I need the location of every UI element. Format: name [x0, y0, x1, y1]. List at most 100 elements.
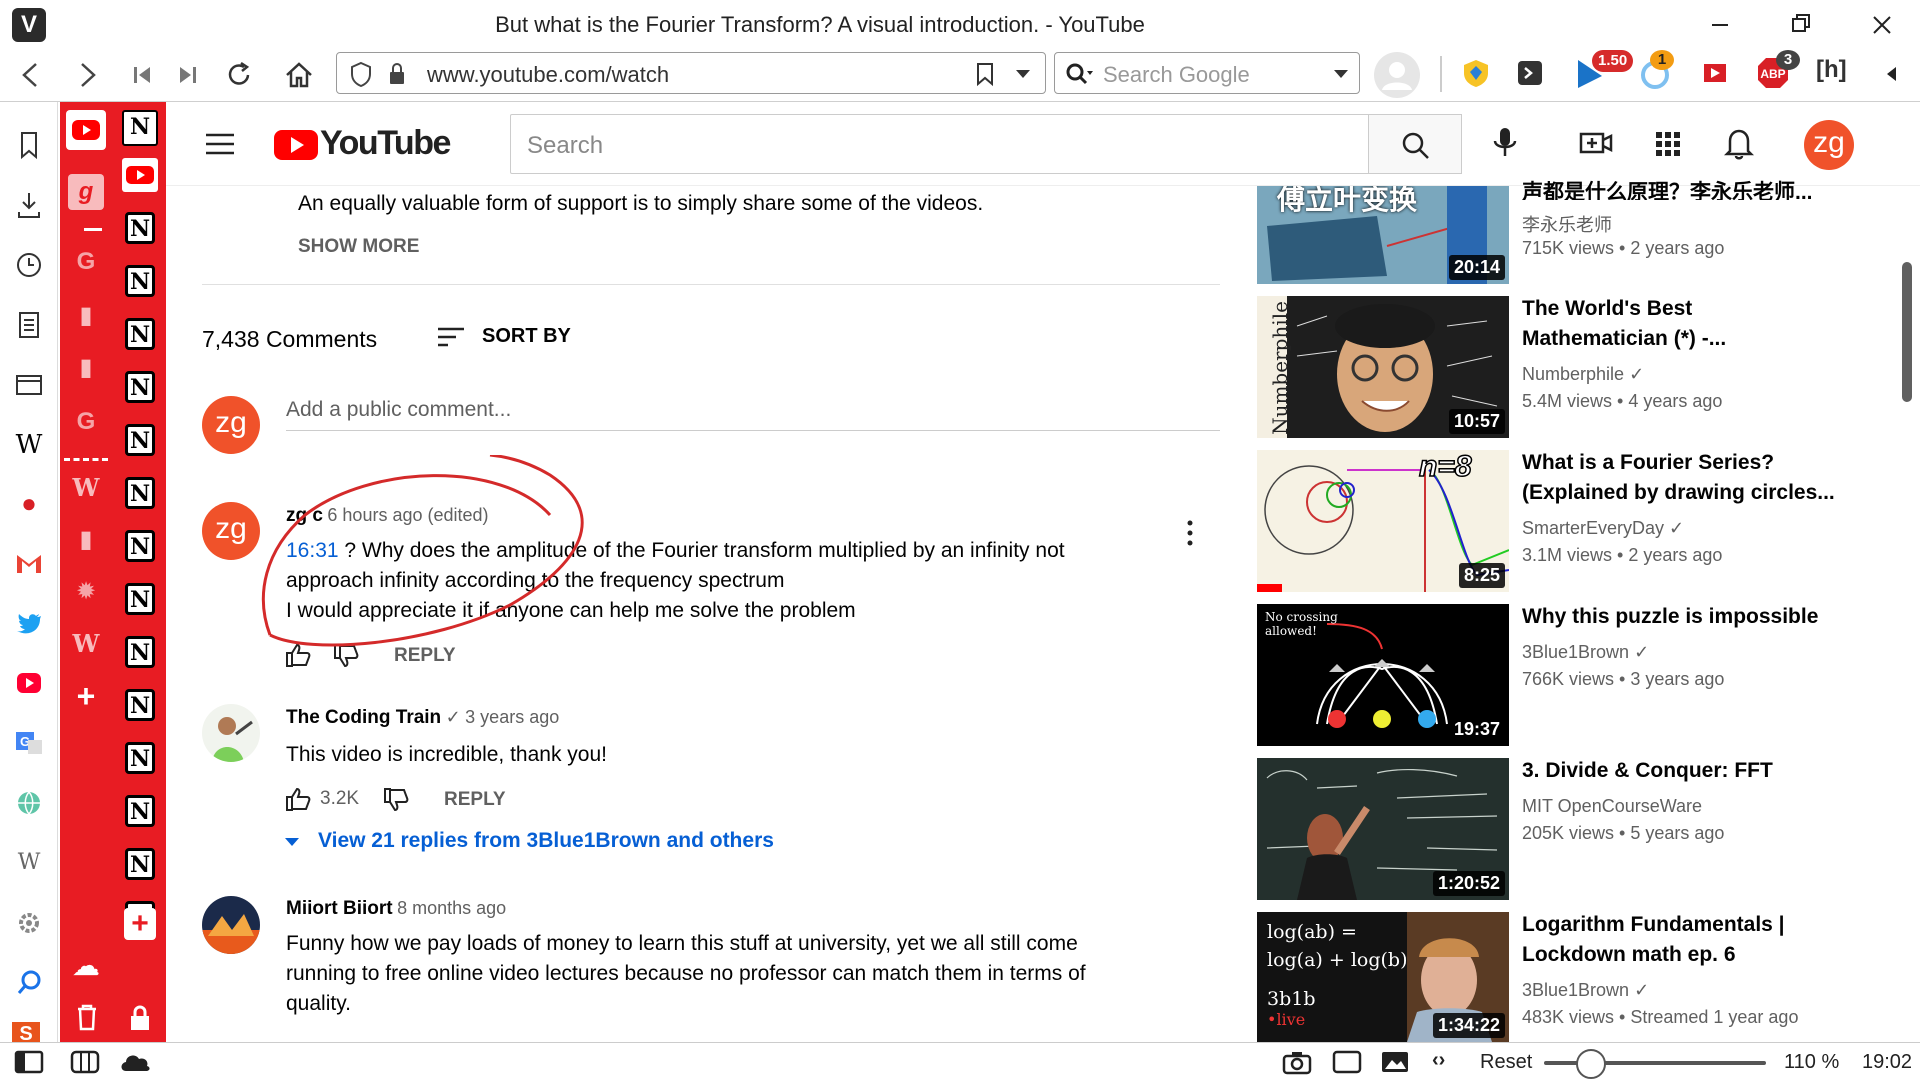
like-icon[interactable] — [284, 786, 312, 812]
chevron-down-icon[interactable] — [1331, 65, 1351, 83]
close-icon[interactable] — [1862, 8, 1902, 42]
video-thumbnail[interactable]: 1:20:52 — [1257, 758, 1509, 900]
comment-avatar[interactable] — [202, 704, 260, 762]
minimize-icon[interactable] — [1700, 8, 1740, 42]
fast-forward-icon[interactable] — [170, 58, 204, 92]
tab-g-icon[interactable]: g — [68, 174, 104, 210]
video-title[interactable]: 3. Divide & Conquer: FFT — [1522, 756, 1852, 786]
comment-author[interactable]: Miiort Biiort — [286, 898, 393, 919]
notion-tab-icon[interactable]: N — [125, 371, 155, 403]
notion-tab-icon[interactable]: N — [125, 212, 155, 244]
page-scrollbar[interactable] — [1902, 262, 1912, 402]
capture-camera-icon[interactable] — [1282, 1049, 1312, 1075]
youtube-logo-icon[interactable] — [274, 128, 318, 160]
channel-name[interactable]: 李永乐老师 — [1522, 211, 1612, 237]
video-thumbnail[interactable]: log(ab) = log(a) + log(b) 3b1b •live 1:3… — [1257, 912, 1509, 1042]
reload-icon[interactable] — [222, 58, 256, 92]
lock-tab-icon[interactable] — [128, 1004, 152, 1032]
wikipedia-icon[interactable]: W — [12, 428, 46, 462]
shield-extension-icon[interactable] — [1457, 54, 1495, 92]
terminal-extension-icon[interactable] — [1511, 54, 1549, 92]
chevron-down-icon[interactable] — [1013, 65, 1033, 83]
search-panel-icon[interactable] — [12, 966, 46, 1000]
video-thumbnail[interactable]: 傅立叶变换 20:14 — [1257, 186, 1509, 284]
code-icon[interactable]: ‹› — [1432, 1049, 1445, 1072]
add-tab-icon[interactable]: + — [68, 678, 104, 714]
notifications-bell-icon[interactable] — [1724, 126, 1754, 160]
wikipedia-tab-icon[interactable]: W — [68, 470, 104, 506]
star-tab-icon[interactable]: ✹ — [68, 574, 104, 610]
caret-down-icon[interactable] — [282, 834, 302, 850]
notion-tab-icon[interactable]: N — [125, 265, 155, 297]
twitter-icon[interactable] — [12, 606, 46, 640]
globe-icon[interactable] — [12, 786, 46, 820]
more-options-icon[interactable] — [1180, 518, 1200, 548]
url-text[interactable]: www.youtube.com/watch — [427, 62, 669, 88]
sort-icon[interactable] — [436, 324, 466, 350]
youtube-tab-icon[interactable] — [66, 110, 106, 150]
hypothesis-extension-icon[interactable]: [h] — [1816, 56, 1847, 84]
bookmarks-icon[interactable] — [12, 128, 46, 162]
add-comment-input[interactable]: Add a public comment... — [286, 398, 511, 422]
panel-toggle-icon[interactable] — [14, 1049, 44, 1075]
sort-by-button[interactable]: SORT BY — [482, 325, 571, 348]
document-tab-icon[interactable]: ▮ — [68, 350, 104, 386]
notion-tab-icon[interactable]: N — [125, 636, 155, 668]
address-bar[interactable]: www.youtube.com/watch — [336, 52, 1046, 94]
notion-tab-icon[interactable]: N — [125, 742, 155, 774]
notion-tab-icon[interactable]: N — [125, 318, 155, 350]
channel-name[interactable]: SmarterEveryDay ✓ — [1522, 518, 1684, 539]
notion-tab-icon[interactable]: N — [122, 110, 158, 146]
channel-name[interactable]: 3Blue1Brown ✓ — [1522, 642, 1649, 663]
notes-icon[interactable] — [12, 308, 46, 342]
video-title[interactable]: 声都是什么原理？李永乐老师... — [1522, 178, 1852, 200]
add-tab-icon[interactable]: + — [124, 908, 156, 940]
video-title[interactable]: Why this puzzle is impossible — [1522, 602, 1852, 632]
video-app-icon[interactable] — [12, 666, 46, 700]
video-thumbnail[interactable]: n=8 8:25 — [1257, 450, 1509, 592]
toggle-panel-icon[interactable] — [1880, 62, 1904, 86]
comment-author[interactable]: The Coding Train — [286, 707, 441, 728]
comment-avatar[interactable] — [202, 896, 260, 954]
comment-time[interactable]: 8 months ago — [397, 898, 506, 918]
profile-avatar-icon[interactable] — [1374, 52, 1420, 98]
forward-icon[interactable] — [70, 58, 104, 92]
notion-tab-icon[interactable]: N — [125, 689, 155, 721]
video-title[interactable]: The World's Best Mathematician (*) -... — [1522, 294, 1852, 354]
channel-name[interactable]: Numberphile ✓ — [1522, 364, 1644, 385]
trash-icon[interactable] — [74, 1002, 100, 1032]
notion-tab-icon[interactable]: N — [125, 424, 155, 456]
window-icon[interactable] — [1332, 1049, 1362, 1075]
apps-grid-icon[interactable] — [1654, 130, 1682, 158]
reply-button[interactable]: REPLY — [444, 789, 506, 811]
translate-icon[interactable]: G — [12, 726, 46, 760]
hamburger-menu-icon[interactable] — [204, 130, 236, 158]
wikipedia-tab-icon[interactable]: W — [68, 626, 104, 662]
notion-tab-icon[interactable]: N — [125, 583, 155, 615]
comment-time[interactable]: 3 years ago — [465, 707, 559, 727]
dislike-icon[interactable] — [382, 786, 410, 812]
notion-tab-icon[interactable]: N — [125, 477, 155, 509]
video-title[interactable]: What is a Fourier Series? (Explained by … — [1522, 448, 1852, 508]
youtube-tab-icon[interactable] — [122, 158, 158, 192]
channel-name[interactable]: 3Blue1Brown ✓ — [1522, 980, 1649, 1001]
channel-name[interactable]: MIT OpenCourseWare — [1522, 796, 1702, 817]
youtube-search-button[interactable] — [1368, 114, 1462, 174]
rewind-icon[interactable] — [126, 58, 160, 92]
tab-tiling-icon[interactable] — [70, 1049, 100, 1075]
create-video-icon[interactable] — [1578, 128, 1614, 158]
wikipedia-alt-icon[interactable]: W — [12, 846, 46, 880]
document-tab-icon[interactable]: ▮ — [68, 522, 104, 558]
view-replies-link[interactable]: View 21 replies from 3Blue1Brown and oth… — [318, 829, 774, 853]
tab-g-circle-icon[interactable]: G — [68, 404, 104, 440]
notion-tab-icon[interactable]: N — [125, 795, 155, 827]
youtube-logo-text[interactable]: YouTube — [320, 124, 451, 163]
show-more-button[interactable]: SHOW MORE — [298, 236, 419, 258]
notion-tab-icon[interactable]: N — [125, 848, 155, 880]
search-engine-box[interactable]: Search Google — [1054, 52, 1360, 94]
gmail-icon[interactable] — [12, 546, 46, 580]
search-input[interactable]: Search Google — [1103, 62, 1250, 88]
home-icon[interactable] — [282, 58, 316, 92]
youtube-search-input[interactable]: Search — [510, 114, 1370, 174]
video-title[interactable]: Logarithm Fundamentals | Lockdown math e… — [1522, 910, 1852, 970]
